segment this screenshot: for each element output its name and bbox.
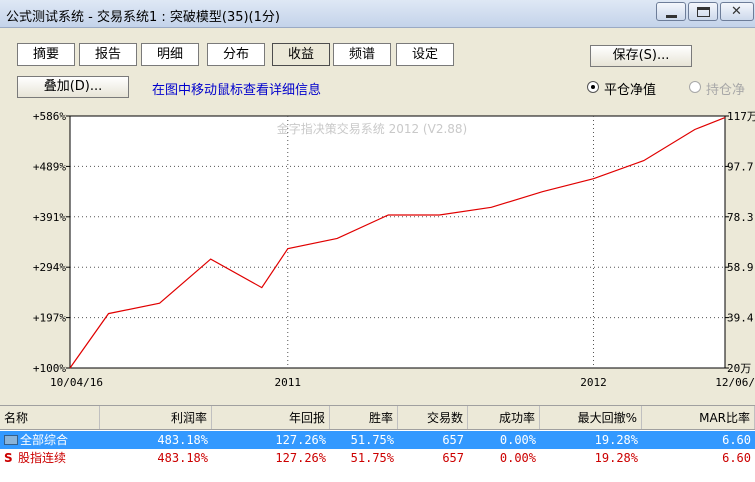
tab-summary[interactable]: 摘要 — [17, 43, 75, 66]
col-name[interactable]: 名称 — [0, 406, 100, 429]
row-annual-return: 127.26% — [275, 433, 326, 447]
y-tick-label: +100% — [33, 362, 66, 375]
tab-distribution[interactable]: 分布 — [207, 43, 265, 66]
results-table: 名称 利润率 年回报 胜率 交易数 成功率 最大回撤% MAR比率 全部综合 4… — [0, 405, 755, 482]
x-tick-label: 2012 — [580, 376, 607, 389]
col-success[interactable]: 成功率 — [468, 406, 540, 429]
row-mar: 6.60 — [722, 433, 751, 447]
close-icon: ✕ — [731, 4, 742, 19]
radio-close-equity[interactable] — [587, 81, 599, 93]
radio-close-equity-label: 平仓净值 — [604, 83, 657, 98]
tab-report[interactable]: 报告 — [79, 43, 137, 66]
col-trades[interactable]: 交易数 — [398, 406, 468, 429]
row-drawdown: 19.28% — [594, 433, 638, 447]
y-tick-label: 39.4 — [727, 312, 754, 325]
x-tick-label: 12/06/ — [715, 376, 755, 389]
row-profit: 483.18% — [157, 451, 208, 465]
y-tick-label: 20万 — [727, 362, 751, 375]
overlay-button[interactable]: 叠加(D)... — [17, 76, 129, 98]
chart-plot-area — [69, 115, 726, 369]
maximize-button[interactable] — [688, 2, 718, 21]
row-win-rate: 51.75% — [350, 451, 394, 465]
col-mar[interactable]: MAR比率 — [642, 406, 755, 429]
col-profit[interactable]: 利润率 — [100, 406, 212, 429]
row-success: 0.00% — [499, 451, 536, 465]
chart-watermark: 金字指决策交易系统 2012 (V2.88) — [277, 121, 467, 136]
y-tick-label: +489% — [33, 160, 66, 173]
radio-selected-dot — [591, 85, 595, 89]
minimize-icon — [666, 15, 677, 18]
row-trades: 657 — [442, 451, 464, 465]
save-button[interactable]: 保存(S)... — [590, 45, 692, 67]
chart-hint: 在图中移动鼠标查看详细信息 — [152, 83, 322, 98]
y-tick-label: 97.7 — [727, 160, 754, 173]
row-win-rate: 51.75% — [350, 433, 394, 447]
equity-chart[interactable]: +586% +489% +391% +294% +197% +100% 117万 97.7 7… — [0, 100, 755, 400]
maximize-icon — [697, 7, 710, 17]
row-drawdown: 19.28% — [594, 451, 638, 465]
col-annual-return[interactable]: 年回报 — [212, 406, 330, 429]
minimize-button[interactable] — [656, 2, 686, 21]
window-title: 公式测试系统 - 交易系统1 : 突破模型(35)(1分) — [6, 10, 280, 25]
row-success: 0.00% — [499, 433, 536, 447]
tab-settings[interactable]: 设定 — [396, 43, 454, 66]
tab-details[interactable]: 明细 — [141, 43, 199, 66]
radio-hold-equity-label: 持仓净 — [706, 83, 746, 98]
y-tick-label: 58.9 — [727, 261, 754, 274]
row-profit: 483.18% — [157, 433, 208, 447]
tab-spectrum[interactable]: 频谱 — [333, 43, 391, 66]
y-tick-label: +294% — [33, 261, 66, 274]
y-tick-label: +586% — [33, 110, 66, 123]
window-titlebar[interactable]: 公式测试系统 - 交易系统1 : 突破模型(35)(1分) ✕ — [0, 0, 755, 28]
col-drawdown[interactable]: 最大回撤% — [540, 406, 642, 429]
y-tick-label: +197% — [33, 312, 66, 325]
table-row[interactable]: 全部综合 483.18% 127.26% 51.75% 657 0.00% 19… — [0, 431, 755, 449]
table-header: 名称 利润率 年回报 胜率 交易数 成功率 最大回撤% MAR比率 — [0, 406, 755, 430]
y-tick-label: 117万 — [727, 110, 755, 123]
y-tick-label: 78.3 — [727, 211, 754, 224]
folder-icon — [4, 435, 18, 445]
row-name: 全部综合 — [20, 433, 69, 447]
table-row[interactable]: S 股指连续 483.18% 127.26% 51.75% 657 0.00% 1… — [0, 449, 755, 467]
row-annual-return: 127.26% — [275, 451, 326, 465]
row-mar: 6.60 — [722, 451, 751, 465]
radio-hold-equity[interactable] — [689, 81, 701, 93]
x-tick-label: 2011 — [275, 376, 302, 389]
row-name: 股指连续 — [18, 451, 67, 465]
tab-returns[interactable]: 收益 — [272, 43, 330, 66]
col-win-rate[interactable]: 胜率 — [330, 406, 398, 429]
x-tick-label: 10/04/16 — [50, 376, 103, 389]
close-button[interactable]: ✕ — [720, 2, 754, 21]
series-s-icon: S — [4, 451, 13, 465]
y-tick-label: +391% — [33, 211, 66, 224]
row-trades: 657 — [442, 433, 464, 447]
